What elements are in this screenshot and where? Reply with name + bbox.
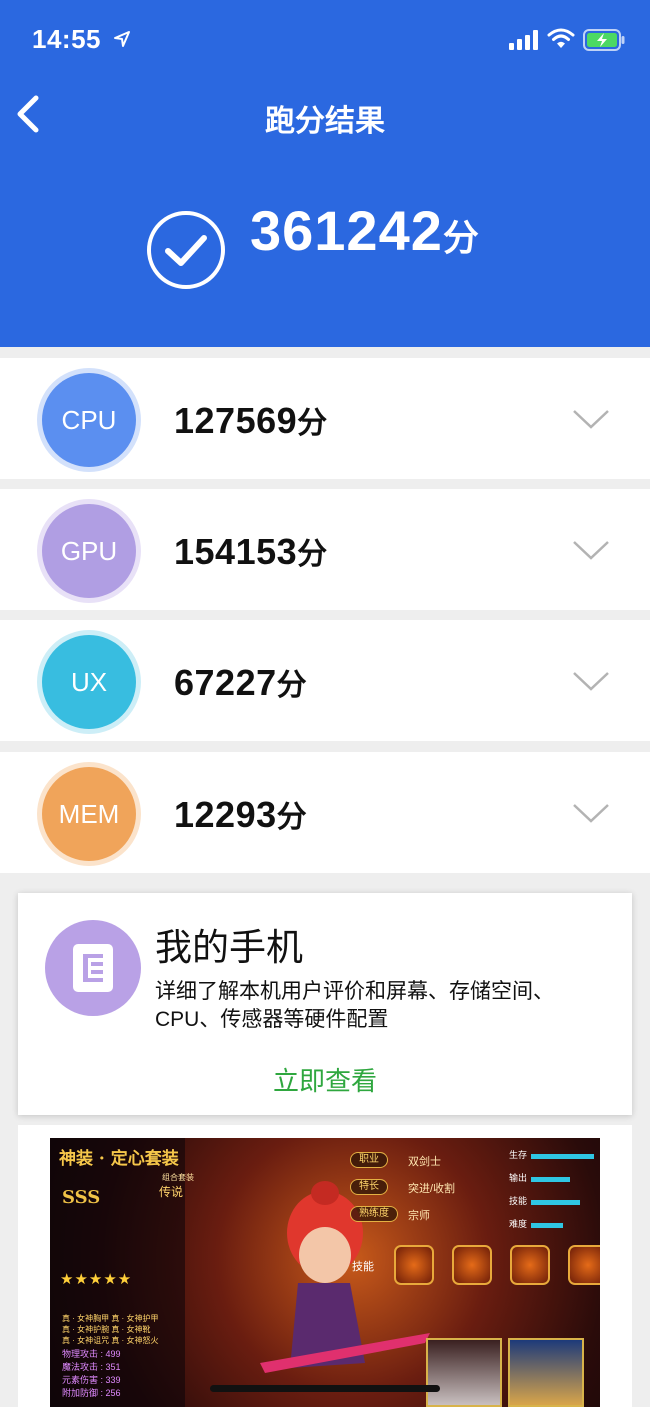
ad-tag-label: 职业 <box>350 1152 388 1168</box>
chevron-down-icon[interactable] <box>572 670 610 692</box>
view-now-link[interactable]: 立即查看 <box>18 1061 632 1098</box>
mem-badge: MEM <box>42 767 136 861</box>
ad-attribute-label: 生存 <box>509 1150 528 1160</box>
battery-charging-icon <box>583 29 625 51</box>
game-character-image <box>260 1181 430 1373</box>
game-ad-banner[interactable]: 神装 · 定心套装 组合套装 SSS 传说 ★★★★★ 真 · 女神胸甲 真 ·… <box>50 1138 600 1407</box>
ad-tag-value: 宗师 <box>408 1210 430 1222</box>
score-row-mem[interactable]: MEM 12293分 <box>0 752 650 873</box>
ad-attribute-bar <box>531 1177 570 1182</box>
ad-subtitle: 组合套装 <box>162 1173 194 1182</box>
ad-item-line: 真 · 女神诅咒 真 · 女神怒火 <box>62 1336 159 1345</box>
character-portrait <box>508 1338 584 1407</box>
total-score: 361242分 <box>250 198 480 263</box>
ad-title: 神装 · 定心套装 <box>59 1149 179 1169</box>
score-row-ux[interactable]: UX 67227分 <box>0 620 650 741</box>
character-portrait <box>426 1338 502 1407</box>
total-score-value: 361242 <box>250 199 443 262</box>
gpu-score: 154153分 <box>174 531 328 572</box>
skill-icon <box>510 1245 550 1285</box>
home-indicator <box>210 1385 440 1392</box>
ad-tag-value: 突进/收割 <box>408 1183 456 1195</box>
ad-legend-label: 传说 <box>159 1185 184 1199</box>
badge-label: GPU <box>60 535 118 566</box>
badge-label: UX <box>70 666 108 697</box>
chevron-down-icon[interactable] <box>572 408 610 430</box>
card-title: 我的手机 <box>155 927 303 968</box>
ad-attribute-label: 技能 <box>509 1196 528 1206</box>
ad-rank: SSS <box>62 1187 101 1208</box>
total-score-unit: 分 <box>442 217 480 258</box>
card-description: 详细了解本机用户评价和屏幕、存储空间、CPU、传感器等硬件配置 <box>155 980 554 1031</box>
ad-attribute-label: 输出 <box>509 1173 528 1183</box>
location-arrow-icon <box>114 31 130 47</box>
ad-attribute-bar <box>531 1200 580 1205</box>
ad-tag-label: 熟练度 <box>350 1206 398 1222</box>
ad-tag-label: 特长 <box>350 1179 388 1195</box>
skill-icon <box>394 1245 434 1285</box>
status-time: 14:55 <box>32 24 101 54</box>
ux-score: 67227分 <box>174 662 308 703</box>
ad-tag-value: 双剑士 <box>408 1156 441 1168</box>
ad-item-line: 真 · 女神护腕 真 · 女神靴 <box>62 1325 151 1334</box>
check-circle-icon <box>147 211 225 289</box>
skill-icon <box>452 1245 492 1285</box>
ad-attribute-bar <box>531 1223 563 1228</box>
skill-icon <box>568 1245 600 1285</box>
page-title: 跑分结果 <box>265 105 385 138</box>
signal-icon <box>509 30 538 50</box>
my-phone-card[interactable]: 我的手机 详细了解本机用户评价和屏幕、存储空间、CPU、传感器等硬件配置 立即查… <box>18 893 632 1115</box>
cpu-badge: CPU <box>42 373 136 467</box>
ad-stat: 附加防御 : 256 <box>62 1388 121 1398</box>
badge-label: CPU <box>61 404 117 435</box>
ad-attribute-label: 难度 <box>509 1219 528 1229</box>
ad-attribute-bar <box>531 1154 594 1159</box>
ad-item-line: 真 · 女神胸甲 真 · 女神护甲 <box>62 1314 159 1323</box>
chevron-down-icon[interactable] <box>572 539 610 561</box>
score-row-gpu[interactable]: GPU 154153分 <box>0 489 650 610</box>
wifi-icon <box>547 28 575 48</box>
ad-container: 神装 · 定心套装 组合套装 SSS 传说 ★★★★★ 真 · 女神胸甲 真 ·… <box>18 1125 632 1407</box>
badge-label: MEM <box>58 798 120 829</box>
ad-skill-label: 技能 <box>352 1261 374 1273</box>
mem-score: 12293分 <box>174 794 308 835</box>
gpu-badge: GPU <box>42 504 136 598</box>
ad-stat: 魔法攻击 : 351 <box>62 1362 121 1372</box>
cpu-score: 127569分 <box>174 400 328 441</box>
ad-stat: 元素伤害 : 339 <box>62 1375 121 1385</box>
header: 14:55 跑分结果 361242分 <box>0 0 650 347</box>
star-rating-icon: ★★★★★ <box>60 1271 133 1288</box>
ad-stat: 物理攻击 : 499 <box>62 1349 121 1359</box>
score-row-cpu[interactable]: CPU 127569分 <box>0 358 650 479</box>
document-icon <box>45 920 141 1016</box>
ux-badge: UX <box>42 635 136 729</box>
chevron-down-icon[interactable] <box>572 802 610 824</box>
